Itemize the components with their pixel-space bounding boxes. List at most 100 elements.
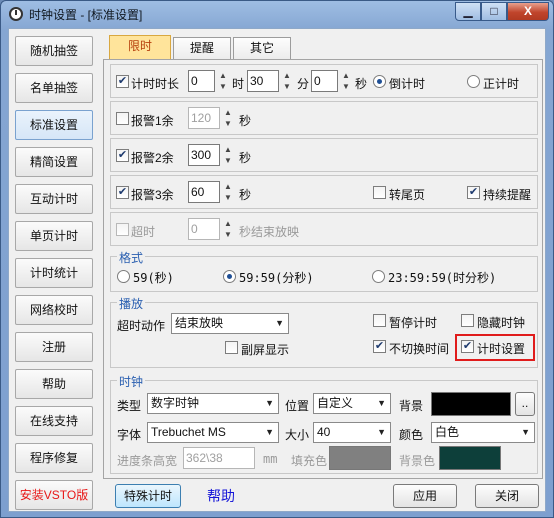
tab-other[interactable]: 其它 xyxy=(233,37,291,59)
close-window-button[interactable]: X xyxy=(507,2,549,21)
format-seconds-radio[interactable] xyxy=(117,270,130,283)
sidebar-item-page-timer[interactable]: 单页计时 xyxy=(15,221,93,251)
timer-enable-checkbox[interactable]: ✔ xyxy=(116,75,129,88)
client-area: 随机抽签 名单抽签 标准设置 精简设置 互动计时 单页计时 计时统计 网络校时 … xyxy=(8,28,546,512)
background-browse-button[interactable]: .. xyxy=(515,392,535,416)
sidebar-item-timer-stats[interactable]: 计时统计 xyxy=(15,258,93,288)
progress-size-label: 进度条高宽 xyxy=(117,454,178,468)
clock-size-label: 大小 xyxy=(285,428,310,442)
sidebar-item-random-draw[interactable]: 随机抽签 xyxy=(15,36,93,66)
chevron-down-icon: ▼ xyxy=(275,318,284,328)
overtime-action-select[interactable]: 结束放映 ▼ xyxy=(171,313,289,334)
overtime-action-label: 超时动作 xyxy=(117,319,166,333)
clock-size-select[interactable]: 40 ▼ xyxy=(313,422,391,443)
overtime-spinner[interactable]: ▲ ▼ xyxy=(222,218,234,240)
clock-type-label: 类型 xyxy=(117,399,142,413)
seconds-input[interactable]: 0 xyxy=(311,70,338,92)
sidebar-item-help[interactable]: 帮助 xyxy=(15,369,93,399)
alarm3-checkbox[interactable]: ✔ xyxy=(116,186,129,199)
overtime-row: 超时 0 ▲ ▼ 秒结束放映 xyxy=(110,212,538,246)
progress-size-input[interactable]: 362\38 xyxy=(183,447,255,469)
alarm1-input[interactable]: 120 xyxy=(188,107,220,129)
countdown-radio[interactable] xyxy=(373,75,386,88)
bg-color-label: 背景色 xyxy=(399,454,436,468)
overtime-checkbox[interactable] xyxy=(116,223,129,236)
second-screen-label: 副屏显示 xyxy=(241,343,290,357)
hours-input[interactable]: 0 xyxy=(188,70,215,92)
timer-settings-checkbox[interactable]: ✔ xyxy=(461,340,474,353)
second-screen-checkbox[interactable] xyxy=(225,341,238,354)
alarm1-spinner[interactable]: ▲ ▼ xyxy=(222,107,234,129)
fill-color-swatch[interactable] xyxy=(329,446,391,470)
sidebar-item-install-vsto[interactable]: 安装VSTO版 xyxy=(15,480,93,510)
alarm3-unit: 秒 xyxy=(239,188,252,202)
playback-group-title: 播放 xyxy=(117,295,146,312)
sidebar-item-network-time[interactable]: 网络校时 xyxy=(15,295,93,325)
minutes-spinner[interactable]: ▲ ▼ xyxy=(281,70,293,92)
alarm1-label: 报警1余 xyxy=(131,114,174,128)
clock-font-select[interactable]: Trebuchet MS ▼ xyxy=(147,422,279,443)
hours-spinner[interactable]: ▲ ▼ xyxy=(217,70,229,92)
countdown-label: 倒计时 xyxy=(389,77,426,91)
window-title: 时钟设置 - [标准设置] xyxy=(29,8,143,22)
seconds-spinner[interactable]: ▲ ▼ xyxy=(340,70,352,92)
sidebar-item-online-support[interactable]: 在线支持 xyxy=(15,406,93,436)
bg-color-swatch[interactable] xyxy=(439,446,501,470)
countup-label: 正计时 xyxy=(483,77,520,91)
clock-position-select[interactable]: 自定义 ▼ xyxy=(313,393,391,414)
clock-color-select[interactable]: 白色 ▼ xyxy=(431,422,535,443)
sidebar-item-list-draw[interactable]: 名单抽签 xyxy=(15,73,93,103)
alarm2-unit: 秒 xyxy=(239,151,252,165)
clock-size-value: 40 xyxy=(317,425,331,439)
chevron-down-icon: ▼ xyxy=(265,398,274,408)
timer-settings-label: 计时设置 xyxy=(477,342,526,356)
clock-background-swatch[interactable] xyxy=(431,392,511,416)
overtime-input[interactable]: 0 xyxy=(188,218,220,240)
sidebar-item-simple-settings[interactable]: 精简设置 xyxy=(15,147,93,177)
maximize-button[interactable]: □ xyxy=(481,2,507,21)
help-link[interactable]: 帮助 xyxy=(207,486,235,506)
format-minsec-radio[interactable] xyxy=(223,270,236,283)
clock-font-value: Trebuchet MS xyxy=(151,425,226,439)
clock-group-title: 时钟 xyxy=(117,373,146,390)
tail-page-checkbox[interactable] xyxy=(373,186,386,199)
clock-position-value: 自定义 xyxy=(317,396,354,410)
sidebar-item-register[interactable]: 注册 xyxy=(15,332,93,362)
chevron-down-icon: ▼ xyxy=(377,398,386,408)
progress-size-unit: mm xyxy=(263,452,278,466)
sidebar-item-standard-settings[interactable]: 标准设置 xyxy=(15,110,93,140)
minutes-input[interactable]: 30 xyxy=(247,70,279,92)
hide-clock-checkbox[interactable] xyxy=(461,314,474,327)
continuous-reminder-checkbox[interactable]: ✔ xyxy=(467,186,480,199)
tab-reminder[interactable]: 提醒 xyxy=(173,37,231,59)
countup-radio[interactable] xyxy=(467,75,480,88)
continuous-reminder-label: 持续提醒 xyxy=(483,188,532,202)
chevron-down-icon: ▼ xyxy=(521,427,530,437)
sidebar-item-repair[interactable]: 程序修复 xyxy=(15,443,93,473)
no-switch-time-label: 不切换时间 xyxy=(389,342,450,356)
alarm2-spinner[interactable]: ▲ ▼ xyxy=(222,144,234,166)
clock-position-label: 位置 xyxy=(285,399,310,413)
pause-timer-checkbox[interactable] xyxy=(373,314,386,327)
no-switch-time-checkbox[interactable]: ✔ xyxy=(373,340,386,353)
clock-group: 时钟 类型 数字时钟 ▼ 位置 自定义 ▼ 背景 .. 字体 Trebuchet… xyxy=(110,373,538,474)
close-button[interactable]: 关闭 xyxy=(475,484,539,508)
alarm2-checkbox[interactable]: ✔ xyxy=(116,149,129,162)
main-panel: 限时 提醒 其它 ✔ 计时时长 0 ▲▼ 时 30 ▲▼ 分 0 ▲▼ 秒 xyxy=(99,29,545,513)
format-hms-label: 23:59:59(时分秒) xyxy=(388,271,497,285)
sidebar-item-interactive-timer[interactable]: 互动计时 xyxy=(15,184,93,214)
alarm3-spinner[interactable]: ▲ ▼ xyxy=(222,181,234,203)
hide-clock-label: 隐藏时钟 xyxy=(477,316,526,330)
format-seconds-label: 59(秒) xyxy=(133,271,174,285)
apply-button[interactable]: 应用 xyxy=(393,484,457,508)
clock-type-select[interactable]: 数字时钟 ▼ xyxy=(147,393,279,414)
minimize-button[interactable]: ▁ xyxy=(455,2,481,21)
tail-page-label: 转尾页 xyxy=(389,188,426,202)
alarm1-checkbox[interactable] xyxy=(116,112,129,125)
alarm2-input[interactable]: 300 xyxy=(188,144,220,166)
format-hms-radio[interactable] xyxy=(372,270,385,283)
alarm3-input[interactable]: 60 xyxy=(188,181,220,203)
format-group-title: 格式 xyxy=(117,249,146,266)
special-timer-button[interactable]: 特殊计时 xyxy=(115,484,181,508)
tab-time-limit[interactable]: 限时 xyxy=(109,35,171,59)
